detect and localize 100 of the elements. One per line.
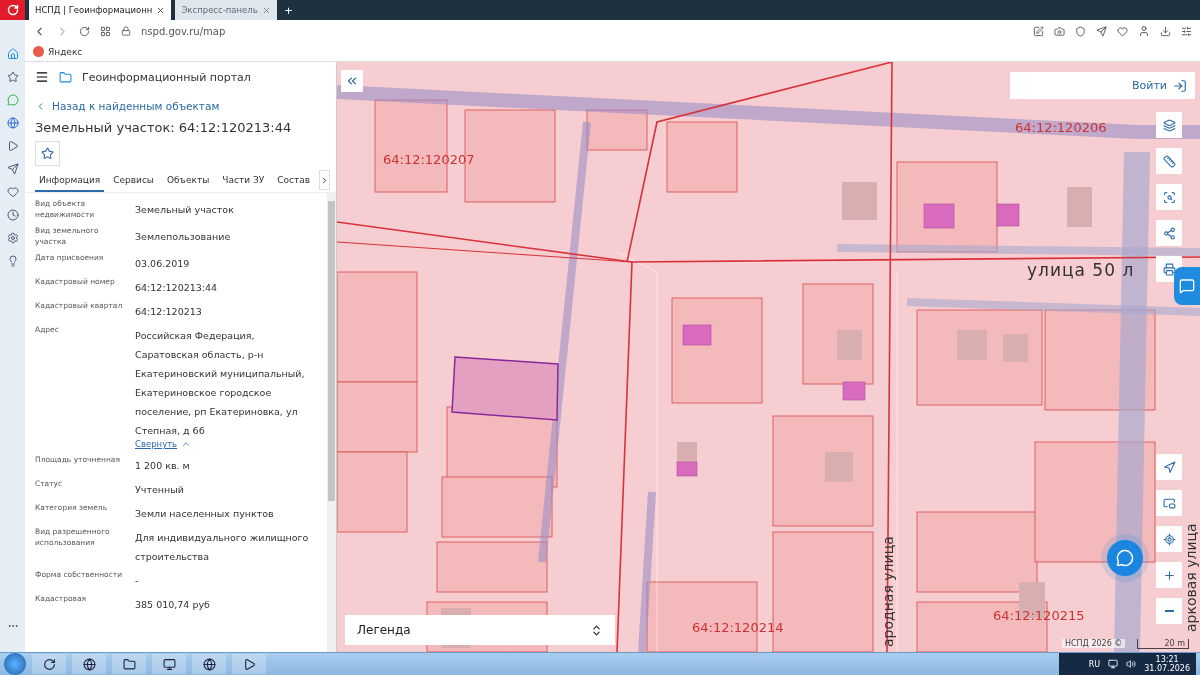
field-value: Для индивидуального жилищного строительства: [135, 532, 309, 562]
heart-icon[interactable]: [1117, 25, 1128, 37]
taskbar-browser-icon[interactable]: [192, 654, 226, 674]
heart-icon[interactable]: [6, 186, 19, 198]
clock-time[interactable]: 13:21: [1155, 655, 1179, 664]
layers-button[interactable]: [1156, 112, 1182, 138]
share-button[interactable]: [1156, 220, 1182, 246]
zoom-in-button[interactable]: [1156, 562, 1182, 588]
select-area-button[interactable]: [1156, 184, 1182, 210]
map-scale: 20 m: [1137, 639, 1189, 649]
clock-date[interactable]: 31.07.2026: [1144, 664, 1190, 673]
navigate-button[interactable]: [1156, 454, 1182, 480]
scrollbar-thumb[interactable]: [328, 201, 335, 501]
field-value: -: [135, 575, 139, 586]
field-value: 1 200 кв. м: [135, 460, 190, 471]
double-chevron-left-icon: [345, 74, 359, 88]
new-tab-button[interactable]: +: [276, 0, 301, 20]
message-icon: [1179, 278, 1195, 294]
panel-tab[interactable]: Части ЗУ: [218, 171, 269, 192]
start-button[interactable]: [4, 653, 26, 675]
play-icon[interactable]: [6, 140, 19, 152]
street-label: улица 50 л: [1027, 260, 1135, 280]
favorite-button[interactable]: [35, 141, 60, 166]
parcel-label: 64:12:120207: [383, 152, 475, 167]
layers-icon: [1162, 118, 1176, 132]
share-icon: [1162, 226, 1176, 240]
field-value: 385 010,74 руб: [135, 599, 210, 610]
panel-tab[interactable]: Сервисы: [109, 171, 158, 192]
bookmark-link[interactable]: Яндекс: [33, 46, 83, 57]
field-value: 64:12:120213: [135, 306, 202, 317]
field-value: 03.06.2019: [135, 258, 190, 269]
panel-tab[interactable]: Информация: [35, 171, 105, 192]
star-icon: [41, 147, 54, 160]
taskbar-app-icon[interactable]: [232, 654, 266, 674]
field-value: Землепользование: [135, 231, 231, 242]
portal-title: Геоинформационный портал: [82, 70, 251, 84]
minus-icon: [1164, 610, 1174, 612]
parcel-label: 64:12:120206: [1015, 120, 1107, 135]
zoom-out-button[interactable]: [1156, 598, 1182, 624]
taskbar-folder-icon[interactable]: [112, 654, 146, 674]
collapse-panel-button[interactable]: [341, 70, 363, 92]
locate-button[interactable]: [1156, 526, 1182, 552]
browser-logo[interactable]: [0, 0, 25, 20]
field-value: Учтенный: [135, 484, 184, 495]
field-value: Российская Федерация, Саратовская область, р-н Екатериновский муниципальный, Екатериновское городское поселение, рп Екатериновка, ул Степная, д 66: [135, 330, 305, 436]
field-value: 64:12:120213:44: [135, 282, 218, 293]
object-heading: Земельный участок: 64:12:120213:44: [34, 119, 293, 135]
locate-icon: [1162, 532, 1176, 546]
taskbar-app-icon[interactable]: [32, 654, 66, 674]
street-label: арковая улица: [1183, 523, 1199, 632]
settings-icon[interactable]: [6, 232, 19, 244]
portal-logo-icon: [59, 70, 72, 84]
volume-icon[interactable]: [1126, 659, 1137, 669]
back-link[interactable]: Назад к найденным объектам: [25, 92, 336, 112]
panel-tab[interactable]: Состав: [273, 171, 314, 192]
panel-tab[interactable]: Объекты: [163, 171, 214, 192]
globe-icon[interactable]: [6, 117, 19, 129]
send-icon[interactable]: [1096, 25, 1107, 37]
clock-icon[interactable]: [6, 209, 19, 221]
navigation-arrow-icon: [1162, 460, 1176, 474]
language-indicator[interactable]: RU: [1088, 659, 1101, 669]
street-label: ародная улица: [880, 536, 896, 647]
login-icon: [1173, 78, 1187, 93]
parcel-label: 64:12:120215: [993, 608, 1085, 623]
address-field[interactable]: nspd.gov.ru/map: [141, 25, 1023, 37]
lightbulb-icon[interactable]: [6, 255, 19, 267]
close-icon[interactable]: [261, 5, 271, 15]
camera-icon[interactable]: [1054, 25, 1065, 37]
taskbar-monitor-icon[interactable]: [152, 654, 186, 674]
taskbar-browser-icon[interactable]: [72, 654, 106, 674]
field-value: Земельный участок: [135, 204, 234, 215]
edit-icon[interactable]: [1033, 25, 1044, 37]
shield-icon[interactable]: [1075, 25, 1086, 37]
browser-tab[interactable]: НСПД | Геоинформационн: [29, 0, 172, 20]
parcel-label: 64:12:120214: [692, 620, 784, 635]
ruler-icon: [1162, 154, 1176, 168]
home-icon[interactable]: [6, 48, 19, 60]
login-button[interactable]: Войти: [1010, 72, 1195, 99]
plus-icon: [1162, 568, 1176, 582]
lock-icon: [121, 26, 131, 36]
close-icon[interactable]: [156, 5, 166, 15]
menu-icon[interactable]: [35, 70, 49, 84]
minimap-button[interactable]: [1156, 490, 1182, 516]
collapse-link[interactable]: Свернуть: [135, 439, 317, 449]
ruler-button[interactable]: [1156, 148, 1182, 174]
network-icon[interactable]: [1108, 659, 1119, 669]
printer-icon: [1162, 262, 1176, 276]
browser-tab[interactable]: Экспресс-панель: [175, 0, 277, 20]
chat-icon: [1116, 549, 1134, 567]
field-value: Земли населенных пунктов: [135, 508, 274, 519]
legend-dropdown[interactable]: Легенда: [345, 615, 615, 645]
download-icon[interactable]: [1160, 25, 1171, 37]
feedback-button[interactable]: [1174, 267, 1200, 305]
reload-icon[interactable]: [79, 25, 90, 37]
user-icon[interactable]: [1138, 25, 1150, 37]
grid-icon[interactable]: [100, 25, 111, 37]
map-attribution: НСПД 2026 ©: [1062, 639, 1126, 648]
settings-icon[interactable]: [1181, 25, 1192, 37]
send-icon[interactable]: [6, 163, 19, 175]
star-icon[interactable]: [6, 71, 19, 83]
